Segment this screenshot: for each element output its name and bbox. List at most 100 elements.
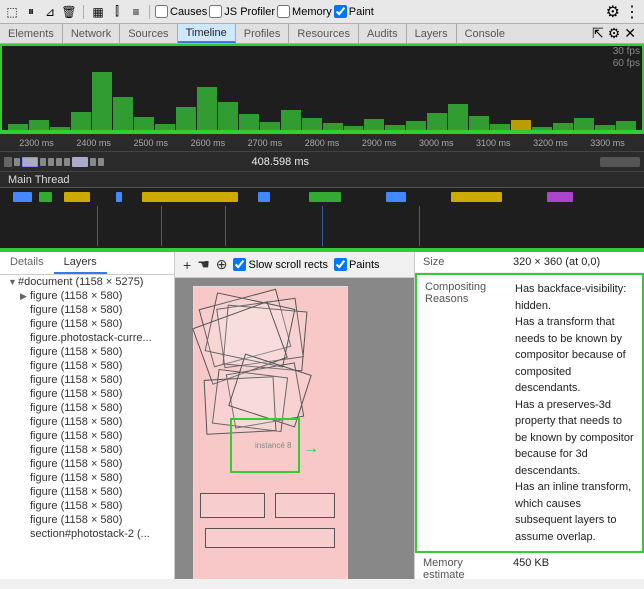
tab-timeline[interactable]: Timeline <box>178 24 236 43</box>
slow-scroll-checkbox[interactable] <box>233 258 246 271</box>
scroll-left-btn[interactable] <box>4 157 12 167</box>
tree-item-figure-1[interactable]: figure (1158 × 580) <box>0 303 174 317</box>
tree-item-figure-7[interactable]: figure (1158 × 580) <box>0 387 174 401</box>
tab-audits[interactable]: Audits <box>359 24 407 43</box>
causes-checkbox[interactable] <box>155 5 168 18</box>
tree-item-label: figure (1158 × 580) <box>30 500 122 512</box>
scroll-btn-8[interactable] <box>72 157 88 167</box>
memory-checkbox[interactable] <box>277 5 290 18</box>
tick-2: 2500 ms <box>122 138 179 148</box>
scroll-controls <box>4 157 104 167</box>
tree-item-figure-11[interactable]: figure (1158 × 580) <box>0 443 174 457</box>
tab-sources[interactable]: Sources <box>120 24 177 43</box>
tab-network[interactable]: Network <box>63 24 120 43</box>
scroll-btn-10[interactable] <box>98 158 104 166</box>
chart-icon[interactable]: ⫿ <box>109 4 125 20</box>
pause-icon[interactable]: ⏸ <box>23 4 39 20</box>
scroll-btn-7[interactable] <box>64 158 70 166</box>
tree-item-figure-9[interactable]: figure (1158 × 580) <box>0 415 174 429</box>
more-icon[interactable]: ⋮ <box>624 2 640 22</box>
tree-item-document[interactable]: ▼ #document (1158 × 5275) <box>0 275 174 289</box>
arrow-icon <box>20 375 30 385</box>
separator2 <box>149 5 150 19</box>
flame-icon[interactable]: ≡ <box>128 4 144 20</box>
tab-console[interactable]: Console <box>457 24 513 43</box>
slow-scroll-label: Slow scroll rects <box>248 259 327 271</box>
scroll-right-bar[interactable] <box>600 157 640 167</box>
tick-8: 3100 ms <box>465 138 522 148</box>
tab-layers[interactable]: Layers <box>407 24 457 43</box>
arrow-icon <box>20 417 30 427</box>
arrow-icon <box>20 305 30 315</box>
tree-item-figure-10[interactable]: figure (1158 × 580) <box>0 429 174 443</box>
arrow-icon <box>20 431 30 441</box>
settings2-icon[interactable]: ⚙ <box>608 25 621 42</box>
tree-item-figure-4[interactable]: figure (1158 × 580) <box>0 345 174 359</box>
tab-profiles[interactable]: Profiles <box>236 24 290 43</box>
tree-item-label: figure (1158 × 580) <box>30 388 122 400</box>
paints-checkbox[interactable] <box>334 258 347 271</box>
tree-item-figure-0[interactable]: ▶ figure (1158 × 580) <box>0 289 174 303</box>
add-icon[interactable]: + <box>183 257 191 273</box>
js-profiler-checkbox-label[interactable]: JS Profiler <box>209 5 275 18</box>
causes-checkbox-label[interactable]: Causes <box>155 5 207 18</box>
paint-label: Paint <box>349 6 374 18</box>
tree-item-photostack[interactable]: figure.photostack-curre... <box>0 331 174 345</box>
pan-icon[interactable]: ☚ <box>197 256 210 273</box>
tree-item-label: section#photostack-2 (... <box>30 528 150 540</box>
timeline-area: 30 fps 60 fps <box>0 44 644 134</box>
main-thread-section: Main Thread <box>0 172 644 252</box>
thread-block-10 <box>547 192 573 202</box>
tick-10: 3300 ms <box>579 138 636 148</box>
settings-icon[interactable]: ⚙ <box>606 2 620 22</box>
scroll-btn-5[interactable] <box>48 158 54 166</box>
scroll-btn-4[interactable] <box>40 158 46 166</box>
move-icon[interactable]: ⊕ <box>216 256 228 273</box>
arrow-icon <box>20 319 30 329</box>
close-icon[interactable]: ✕ <box>624 25 636 42</box>
memory-checkbox-label[interactable]: Memory <box>277 5 332 18</box>
tick-0: 2300 ms <box>8 138 65 148</box>
tree-item-figure-6[interactable]: figure (1158 × 580) <box>0 373 174 387</box>
bar-chart-icon[interactable]: ▦ <box>90 4 106 20</box>
paint-checkbox[interactable] <box>334 5 347 18</box>
scrollbar-area[interactable]: 408.598 ms <box>0 152 644 172</box>
tree-item-section[interactable]: section#photostack-2 (... <box>0 527 174 541</box>
tree-item-figure-12[interactable]: figure (1158 × 580) <box>0 457 174 471</box>
tree-item-figure-5[interactable]: figure (1158 × 580) <box>0 359 174 373</box>
tree-item-figure-14[interactable]: figure (1158 × 580) <box>0 485 174 499</box>
causes-label: Causes <box>170 6 207 18</box>
scroll-btn-2[interactable] <box>14 158 20 166</box>
js-profiler-checkbox[interactable] <box>209 5 222 18</box>
tab-resources[interactable]: Resources <box>289 24 359 43</box>
panel-tabs: Details Layers <box>0 252 174 275</box>
trash-icon[interactable]: 🗑 <box>61 4 77 20</box>
slow-scroll-checkbox-label[interactable]: Slow scroll rects <box>233 258 327 271</box>
arrow-icon <box>20 361 30 371</box>
tree-item-figure-8[interactable]: figure (1158 × 580) <box>0 401 174 415</box>
tab-elements[interactable]: Elements <box>0 24 63 43</box>
tree-item-figure-2[interactable]: figure (1158 × 580) <box>0 317 174 331</box>
scroll-btn-3[interactable] <box>22 157 38 167</box>
canvas-drawing-area[interactable]: instancé 8 → <box>175 278 414 579</box>
tree-item-figure-15[interactable]: figure (1158 × 580) <box>0 499 174 513</box>
memory-value: 450 KB <box>513 557 636 579</box>
compositing-inner: Compositing Reasons Has backface-visibil… <box>425 281 634 545</box>
paints-checkbox-label[interactable]: Paints <box>334 258 380 271</box>
scroll-btn-9[interactable] <box>90 158 96 166</box>
tree-item-label: figure (1158 × 580) <box>30 416 122 428</box>
scroll-btn-6[interactable] <box>56 158 62 166</box>
thread-block-3 <box>64 192 90 202</box>
expand-icon[interactable]: ⇱ <box>592 25 604 42</box>
bottom-panel: Details Layers ▼ #document (1158 × 5275)… <box>0 252 644 579</box>
card-bottom-3 <box>205 528 335 548</box>
inspect-icon[interactable]: ⬚ <box>4 4 20 20</box>
tree-content[interactable]: ▼ #document (1158 × 5275) ▶ figure (1158… <box>0 275 174 579</box>
filter-icon[interactable]: ⊿ <box>42 4 58 20</box>
tick-7: 3000 ms <box>408 138 465 148</box>
tree-item-figure-13[interactable]: figure (1158 × 580) <box>0 471 174 485</box>
paint-checkbox-label[interactable]: Paint <box>334 5 374 18</box>
tree-item-figure-16[interactable]: figure (1158 × 580) <box>0 513 174 527</box>
tab-layers[interactable]: Layers <box>54 252 107 274</box>
tab-details[interactable]: Details <box>0 252 54 274</box>
